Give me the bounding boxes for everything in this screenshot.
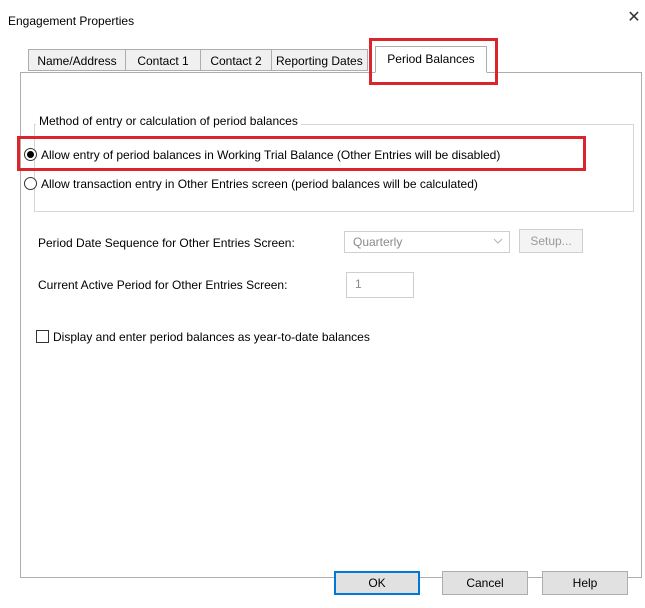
ytd-balances-label: Display and enter period balances as yea… xyxy=(53,330,370,344)
ok-button[interactable]: OK xyxy=(334,571,420,595)
radio-allow-entry-wtb-label: Allow entry of period balances in Workin… xyxy=(41,148,501,162)
ytd-balances-checkbox-row[interactable]: Display and enter period balances as yea… xyxy=(36,330,370,344)
radio-allow-transaction-entry-label: Allow transaction entry in Other Entries… xyxy=(41,177,478,191)
period-sequence-label: Period Date Sequence for Other Entries S… xyxy=(38,236,295,250)
tab-reporting-dates[interactable]: Reporting Dates xyxy=(271,49,368,71)
tab-name-address[interactable]: Name/Address xyxy=(28,49,126,71)
help-button[interactable]: Help xyxy=(542,571,628,595)
chevron-down-icon xyxy=(493,234,503,251)
period-sequence-select[interactable]: Quarterly xyxy=(344,231,510,253)
window-title: Engagement Properties xyxy=(8,14,135,28)
radio-allow-transaction-entry[interactable]: Allow transaction entry in Other Entries… xyxy=(24,174,478,194)
radio-unselected-indicator[interactable] xyxy=(24,177,37,190)
cancel-button[interactable]: Cancel xyxy=(442,571,528,595)
engagement-properties-dialog: Engagement Properties ✕ Name/Address Con… xyxy=(0,0,645,608)
setup-button[interactable]: Setup... xyxy=(519,229,583,253)
method-group-box xyxy=(34,124,634,212)
active-period-input[interactable]: 1 xyxy=(346,272,414,298)
tab-period-balances[interactable]: Period Balances xyxy=(375,46,487,73)
method-group-label: Method of entry or calculation of period… xyxy=(36,114,301,128)
radio-selected-indicator[interactable] xyxy=(24,148,37,161)
radio-allow-entry-wtb[interactable]: Allow entry of period balances in Workin… xyxy=(24,145,500,165)
period-sequence-value: Quarterly xyxy=(353,235,403,249)
tab-contact-2[interactable]: Contact 2 xyxy=(200,49,272,71)
ytd-balances-checkbox[interactable] xyxy=(36,330,49,343)
active-period-label: Current Active Period for Other Entries … xyxy=(38,278,288,292)
tab-contact-1[interactable]: Contact 1 xyxy=(125,49,201,71)
close-icon[interactable]: ✕ xyxy=(624,8,644,28)
